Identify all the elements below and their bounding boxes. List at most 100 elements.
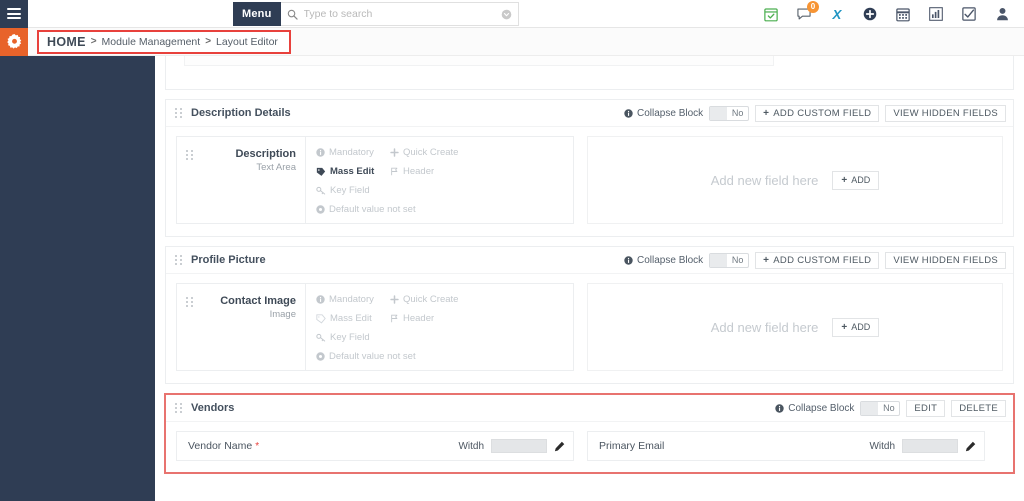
calendar-icon[interactable] xyxy=(895,6,911,22)
gear-icon xyxy=(6,34,22,49)
property-mass-edit[interactable]: Mass Edit xyxy=(316,313,378,324)
top-icon-tray: 0 X xyxy=(763,0,1016,28)
collapse-block-toggle[interactable]: No xyxy=(709,252,750,268)
field-card-contact-image[interactable]: Contact Image Image Mandatory Quick Crea… xyxy=(176,283,574,371)
info-icon xyxy=(624,108,633,118)
user-icon[interactable] xyxy=(994,6,1010,22)
info-icon xyxy=(316,148,325,157)
block-body: Contact Image Image Mandatory Quick Crea… xyxy=(166,274,1013,383)
add-custom-field-button[interactable]: + ADD CUSTOM FIELD xyxy=(755,104,880,122)
collapse-block-label: Collapse Block xyxy=(624,255,703,266)
dropzone-text: Add new field here xyxy=(710,319,819,335)
block-header: Profile Picture Collapse Block No + ADD … xyxy=(166,247,1013,274)
width-label: Witdh xyxy=(458,440,484,452)
field-drag-handle-icon[interactable] xyxy=(186,296,194,307)
property-key-field[interactable]: Key Field xyxy=(316,185,370,196)
property-mandatory[interactable]: Mandatory xyxy=(316,294,378,305)
property-mandatory[interactable]: Mandatory xyxy=(316,147,378,158)
key-icon xyxy=(316,333,326,343)
width-input[interactable] xyxy=(491,439,547,453)
plus-icon xyxy=(390,148,399,157)
hamburger-menu-button[interactable] xyxy=(0,0,28,28)
property-header[interactable]: Header xyxy=(390,313,434,324)
drag-handle-icon[interactable] xyxy=(175,403,183,414)
plus-icon: + xyxy=(841,321,848,333)
property-header[interactable]: Header xyxy=(390,166,434,177)
property-mass-edit[interactable]: Mass Edit xyxy=(316,166,378,177)
required-marker: * xyxy=(255,440,260,452)
collapse-block-text: Collapse Block xyxy=(788,402,855,414)
property-quick-create[interactable]: Quick Create xyxy=(390,294,458,305)
add-field-button[interactable]: + ADD xyxy=(832,170,880,190)
add-custom-field-label: ADD CUSTOM FIELD xyxy=(773,107,872,119)
search-field-wrapper xyxy=(280,2,519,26)
checkbox-icon[interactable] xyxy=(961,6,977,22)
breadcrumb-home[interactable]: HOME xyxy=(47,35,86,49)
breadcrumb-item-module-management[interactable]: Module Management xyxy=(102,36,201,48)
drag-handle-icon[interactable] xyxy=(175,108,183,119)
plus-icon xyxy=(390,295,399,304)
field-label: Vendor Name xyxy=(188,440,253,452)
edit-block-button[interactable]: EDIT xyxy=(906,399,946,417)
drag-handle-icon[interactable] xyxy=(175,255,183,266)
layout-editor-content: Description Details Collapse Block No + xyxy=(155,56,1024,501)
block-title: Vendors xyxy=(191,402,235,414)
block-description-details: Description Details Collapse Block No + xyxy=(165,99,1014,237)
plus-icon: + xyxy=(841,174,848,186)
circle-icon xyxy=(316,352,325,361)
search-input[interactable] xyxy=(303,8,495,20)
edit-pencil-icon[interactable] xyxy=(554,441,565,452)
delete-block-button[interactable]: DELETE xyxy=(951,399,1006,417)
info-icon xyxy=(775,403,784,413)
breadcrumb-separator-1: > xyxy=(90,36,97,47)
width-input[interactable] xyxy=(902,439,958,453)
property-key-field[interactable]: Key Field xyxy=(316,332,370,343)
collapse-block-text: Collapse Block xyxy=(637,107,704,119)
add-custom-field-button[interactable]: + ADD CUSTOM FIELD xyxy=(755,251,880,269)
field-card-description[interactable]: Description Text Area Mandatory Quick Cr… xyxy=(176,136,574,224)
block-title: Profile Picture xyxy=(191,254,266,266)
field-card-properties: Mandatory Quick Create Mass Edit Header … xyxy=(306,284,573,370)
dropzone-add-field[interactable]: Add new field here + ADD xyxy=(587,283,1003,371)
info-icon xyxy=(316,295,325,304)
dropzone-add-field[interactable]: Add new field here + ADD xyxy=(587,136,1003,224)
calendar-check-icon[interactable] xyxy=(763,6,779,22)
property-default-value[interactable]: Default value not set xyxy=(316,351,416,362)
view-hidden-fields-label: VIEW HIDDEN FIELDS xyxy=(893,254,998,266)
property-quick-create[interactable]: Quick Create xyxy=(390,147,458,158)
breadcrumb-separator-2: > xyxy=(205,36,212,47)
property-default-value[interactable]: Default value not set xyxy=(316,204,416,215)
edit-pencil-icon[interactable] xyxy=(965,441,976,452)
toggle-knob xyxy=(710,106,728,120)
breadcrumb-item-layout-editor[interactable]: Layout Editor xyxy=(216,36,278,48)
field-card-properties: Mandatory Quick Create Mass Edit Header … xyxy=(306,137,573,223)
plus-icon: + xyxy=(763,254,770,266)
top-navigation-bar: Menu 0 X xyxy=(0,0,1024,28)
chevron-down-icon[interactable] xyxy=(501,9,512,20)
x-logo-icon[interactable]: X xyxy=(829,6,845,22)
field-row-primary-email[interactable]: Primary Email Witdh xyxy=(587,431,985,461)
settings-button[interactable] xyxy=(0,27,28,56)
view-hidden-fields-button[interactable]: VIEW HIDDEN FIELDS xyxy=(885,104,1006,122)
collapse-block-toggle[interactable]: No xyxy=(860,400,901,416)
toggle-knob xyxy=(710,253,728,267)
field-row-vendor-name[interactable]: Vendor Name * Witdh xyxy=(176,431,574,461)
property-label: Default value not set xyxy=(329,351,416,362)
add-field-button[interactable]: + ADD xyxy=(832,317,880,337)
plus-circle-icon[interactable] xyxy=(862,6,878,22)
view-hidden-fields-button[interactable]: VIEW HIDDEN FIELDS xyxy=(885,251,1006,269)
property-label: Default value not set xyxy=(329,204,416,215)
field-card-left: Description Text Area xyxy=(177,137,306,223)
tag-icon xyxy=(316,313,326,324)
view-hidden-fields-label: VIEW HIDDEN FIELDS xyxy=(893,107,998,119)
chat-icon[interactable]: 0 xyxy=(796,1,819,22)
toggle-value: No xyxy=(883,403,895,413)
menu-button[interactable]: Menu xyxy=(233,2,281,26)
collapse-block-label: Collapse Block xyxy=(624,108,703,119)
property-label: Key Field xyxy=(330,332,370,343)
block-vendors: Vendors Collapse Block No EDIT DELETE Ve… xyxy=(166,395,1013,472)
field-drag-handle-icon[interactable] xyxy=(186,149,194,160)
chart-icon[interactable] xyxy=(928,6,944,22)
hamburger-icon xyxy=(7,8,21,19)
collapse-block-toggle[interactable]: No xyxy=(709,105,750,121)
